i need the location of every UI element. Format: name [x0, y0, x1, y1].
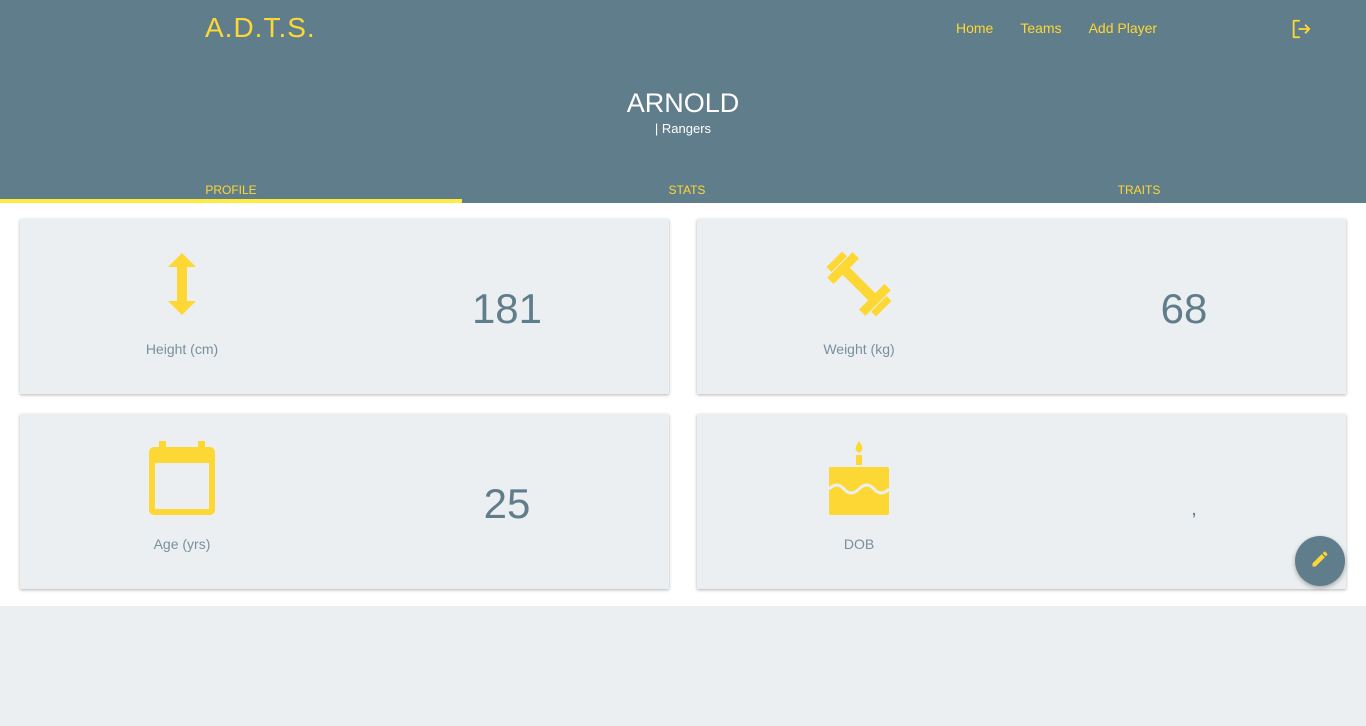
tab-stats[interactable]: STATS	[462, 178, 912, 203]
edit-pencil-icon	[1310, 549, 1330, 574]
height-label: Height (cm)	[145, 341, 219, 357]
tab-traits[interactable]: TRAITS	[912, 178, 1366, 203]
brand-logo[interactable]: A.D.T.S.	[205, 12, 316, 44]
app-header: A.D.T.S. Home Teams Add Player ARNOLD | …	[0, 0, 1366, 203]
weight-value: 68	[1160, 285, 1208, 332]
weight-label: Weight (kg)	[823, 341, 895, 357]
nav-teams-link[interactable]: Teams	[1020, 20, 1061, 36]
edit-player-button[interactable]	[1295, 536, 1345, 586]
age-card: Age (yrs) 25	[20, 414, 669, 589]
logout-icon[interactable]	[1290, 18, 1312, 40]
calendar-icon	[142, 441, 222, 515]
height-arrows-icon	[142, 249, 222, 319]
weight-card: Weight (kg) 68	[697, 219, 1346, 394]
profile-tabs: PROFILE STATS TRAITS	[0, 178, 1366, 203]
player-team: | Rangers	[654, 121, 712, 136]
tab-profile[interactable]: PROFILE	[0, 178, 462, 203]
height-card: Height (cm) 181	[20, 219, 669, 394]
profile-content: Height (cm) 181 Weight (kg) 68 Age (yrs)…	[0, 203, 1366, 606]
nav-home-link[interactable]: Home	[956, 20, 993, 36]
top-nav: Home Teams Add Player	[956, 20, 1157, 36]
dob-card: DOB ,	[697, 414, 1346, 589]
dob-value: ,	[1191, 498, 1197, 520]
cake-icon	[819, 441, 899, 515]
dumbbell-icon	[819, 249, 899, 319]
player-heading: ARNOLD | Rangers	[0, 87, 1366, 138]
age-label: Age (yrs)	[153, 536, 211, 552]
dob-label: DOB	[843, 536, 875, 552]
player-name: ARNOLD	[626, 88, 740, 118]
nav-add-player-link[interactable]: Add Player	[1089, 20, 1157, 36]
height-value: 181	[471, 285, 543, 332]
age-value: 25	[483, 480, 531, 527]
